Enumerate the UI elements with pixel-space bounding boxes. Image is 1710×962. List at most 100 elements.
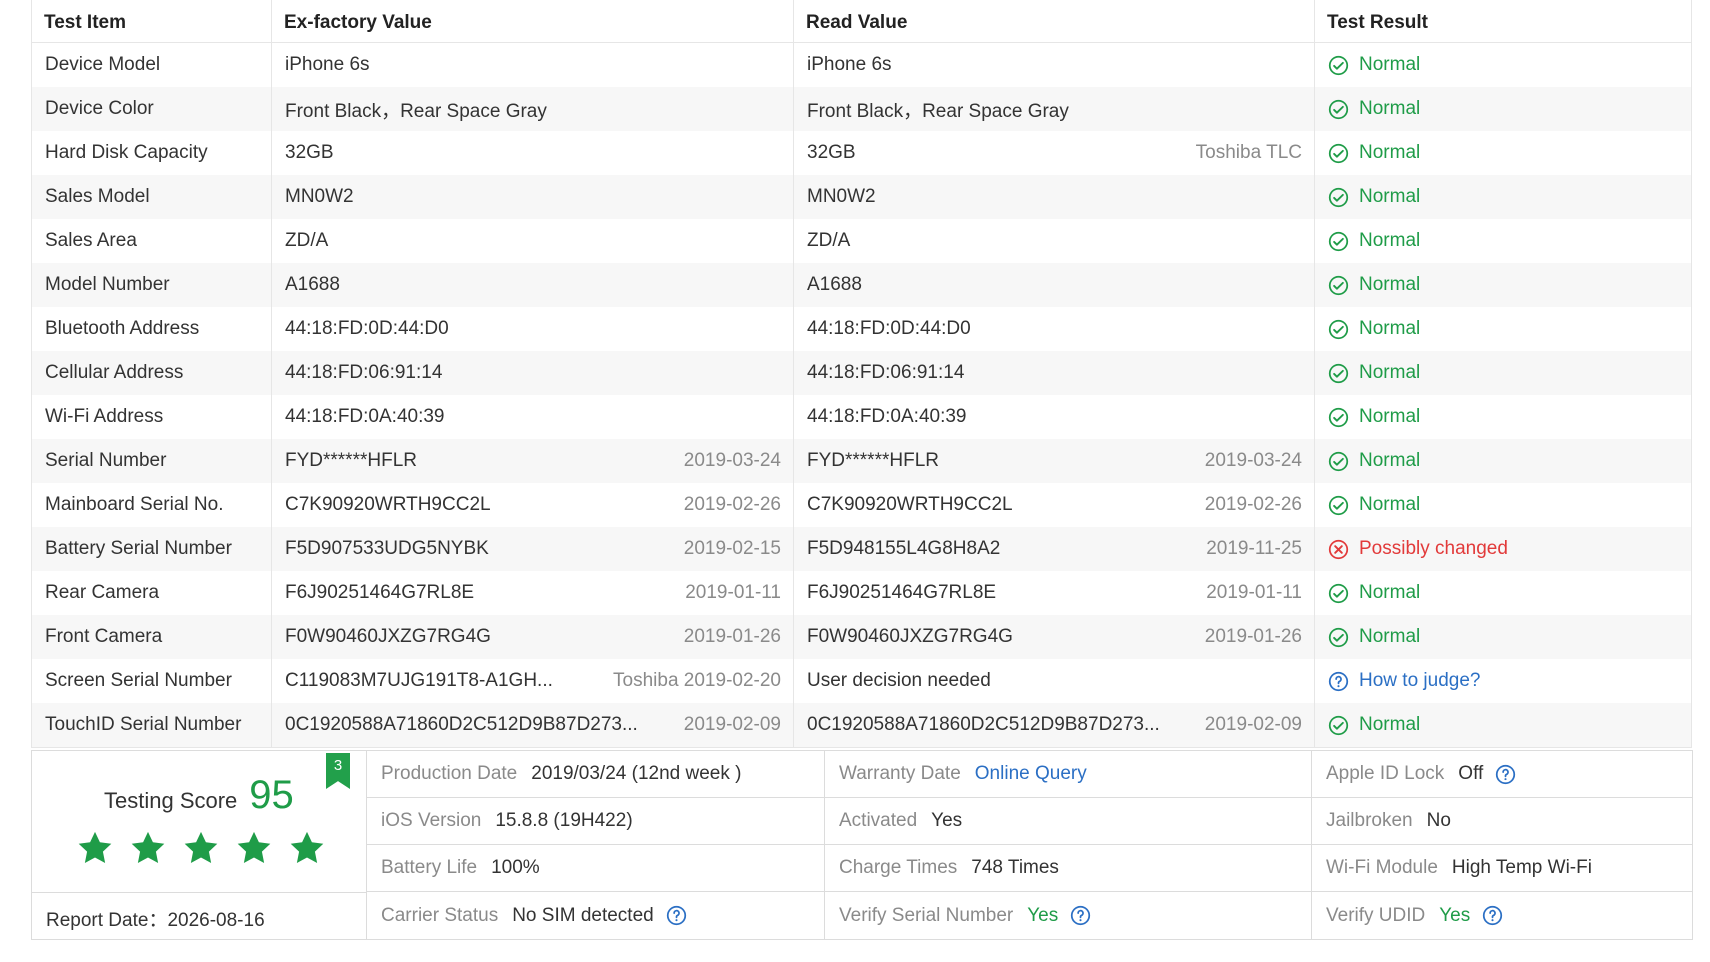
ex-factory-cell: C119083M7UJG191T8-A1GH... Toshiba 2019-02… [271,659,794,703]
result-text: Normal [1359,582,1421,603]
test-result-cell: Normal [1314,42,1692,87]
table-header-row: Test Item Ex-factory Value Read Value Te… [31,0,1692,43]
test-result-cell: Normal [1314,87,1692,131]
read-value: MN0W2 [807,186,876,207]
test-item-name: Rear Camera [45,582,160,603]
result-text: Normal [1359,362,1421,383]
table-row: TouchID Serial Number 0C1920588A71860D2C5… [31,703,1692,748]
read-value: C7K90920WRTH9CC2L [807,494,1013,515]
ex-factory-cell: 32GB [271,131,794,175]
star-icon [184,831,218,864]
info-label: Charge Times [839,857,958,878]
how-to-judge-link[interactable]: How to judge? [1359,670,1480,692]
question-circle-icon[interactable] [666,905,687,926]
ex-factory-value: 32GB [285,142,334,163]
read-value-content: ZD/A [807,230,1302,252]
test-item-name: Sales Area [45,230,137,251]
ex-factory-value: F5D907533UDG5NYBK [285,538,489,559]
test-item-name: Mainboard Serial No. [45,494,224,515]
table-row: Wi-Fi Address 44:18:FD:0A:40:39 44:18:FD:0… [32,395,1692,439]
info-value: No [1426,810,1451,831]
test-result: Normal [1328,318,1679,340]
score-badge: 3 [326,753,350,789]
question-circle-icon[interactable] [1495,764,1516,785]
ex-factory-value: C7K90920WRTH9CC2L [285,494,491,515]
info-jailbroken: Jailbroken No [1312,798,1692,845]
ex-factory-value: A1688 [285,274,340,295]
info-ios-version: iOS Version 15.8.8 (19H422) [367,798,825,845]
online-query-link[interactable]: Online Query [975,763,1087,785]
info-carrier-status: Carrier Status No SIM detected [367,892,825,939]
info-charge-times: Charge Times 748 Times [825,845,1312,892]
ex-factory-value: Front Black，Rear Space Gray [285,100,547,122]
test-result: Possibly changed [1328,538,1679,560]
check-circle-icon [1328,363,1349,383]
test-result-cell: Normal [1314,571,1692,615]
info-label: Apple ID Lock [1326,763,1445,784]
read-value-cell: F6J90251464G7RL8E 2019-01-11 [793,571,1315,615]
result-text: Normal [1359,318,1421,339]
test-result: Normal [1328,98,1679,120]
read-value: ZD/A [807,230,851,251]
table-row: Device Color Front Black，Rear Space Gray F… [31,87,1692,131]
ex-factory-cell: ZD/A [271,219,794,263]
result-text: Normal [1359,142,1421,163]
table-row: Battery Serial Number F5D907533UDG5NYBK 20… [31,527,1692,571]
test-result-cell: Normal [1314,219,1692,263]
read-value-content: 44:18:FD:0D:44:D0 [807,318,1302,340]
read-value: 44:18:FD:0D:44:D0 [807,318,971,339]
read-value: F6J90251464G7RL8E [807,582,997,603]
score-line: Testing Score 95 [104,773,294,818]
info-label: Wi-Fi Module [1326,857,1438,878]
test-result-cell: Normal [1314,175,1692,219]
question-circle-icon[interactable] [1070,905,1091,926]
star-rating [76,829,326,867]
ex-factory-content: F5D907533UDG5NYBK 2019-02-15 [285,538,781,560]
read-value: iPhone 6s [807,54,892,75]
info-value: 15.8.8 (19H422) [495,810,633,831]
verification-report: Test Item Ex-factory Value Read Value Te… [31,0,1692,748]
read-value-date: 2019-01-11 [1206,582,1302,603]
ex-factory-cell: A1688 [271,263,794,307]
ex-factory-date: 2019-02-15 [683,538,781,559]
question-circle-icon[interactable] [1328,671,1349,692]
header-ex-factory-value: Ex-factory Value [271,0,794,43]
result-text: Normal [1359,230,1421,251]
result-text: Normal [1359,494,1421,515]
read-value: A1688 [807,274,862,295]
ex-factory-cell: F0W90460JXZG7RG4G 2019-01-26 [271,615,794,659]
ex-factory-content: 0C1920588A71860D2C512D9B87D273... 2019-02… [285,714,781,736]
check-circle-icon [1328,187,1349,207]
test-result[interactable]: How to judge? [1328,670,1679,692]
info-battery-life: Battery Life 100% [367,845,825,892]
device-info-grid: Production Date 2019/03/24 (12nd week ) Wa… [367,751,1692,939]
info-warranty-date: Warranty Date Online Query [825,751,1312,798]
read-value-date: 2019-01-26 [1204,626,1302,647]
test-result: Normal [1328,274,1679,296]
read-value-date: 2019-02-09 [1204,714,1302,735]
read-value-date: 2019-02-26 [1204,494,1302,515]
ex-factory-content: 44:18:FD:06:91:14 [285,362,781,384]
read-value-content: 32GB Toshiba TLC [807,142,1302,164]
read-value-date: 2019-11-25 [1206,538,1302,559]
header-test-item: Test Item [31,0,272,43]
read-value-cell: 44:18:FD:0D:44:D0 [793,307,1315,351]
read-value-content: F5D948155L4G8H8A2 2019-11-25 [807,538,1302,560]
ex-factory-value: 0C1920588A71860D2C512D9B87D273... [285,714,638,735]
ex-factory-cell: Front Black，Rear Space Gray [271,87,794,131]
ex-factory-value: 44:18:FD:0A:40:39 [285,406,445,427]
table-row: Front Camera F0W90460JXZG7RG4G 2019-01-26 F… [31,615,1692,659]
check-circle-icon [1328,55,1349,75]
read-value-content: F0W90460JXZG7RG4G 2019-01-26 [807,626,1302,648]
check-circle-icon [1328,99,1349,119]
test-result: Normal [1328,582,1679,604]
ex-factory-content: MN0W2 [285,186,781,208]
x-circle-icon [1328,539,1349,559]
question-circle-icon[interactable] [1482,905,1503,926]
test-result: Normal [1328,54,1679,76]
ex-factory-value: ZD/A [285,230,329,251]
table-row: Device Model iPhone 6s iPhone 6s Normal [32,42,1692,87]
table-row: Screen Serial Number C119083M7UJG191T8-A1… [32,659,1692,703]
read-value-cell: 32GB Toshiba TLC [793,131,1315,175]
test-result: Normal [1328,230,1679,252]
